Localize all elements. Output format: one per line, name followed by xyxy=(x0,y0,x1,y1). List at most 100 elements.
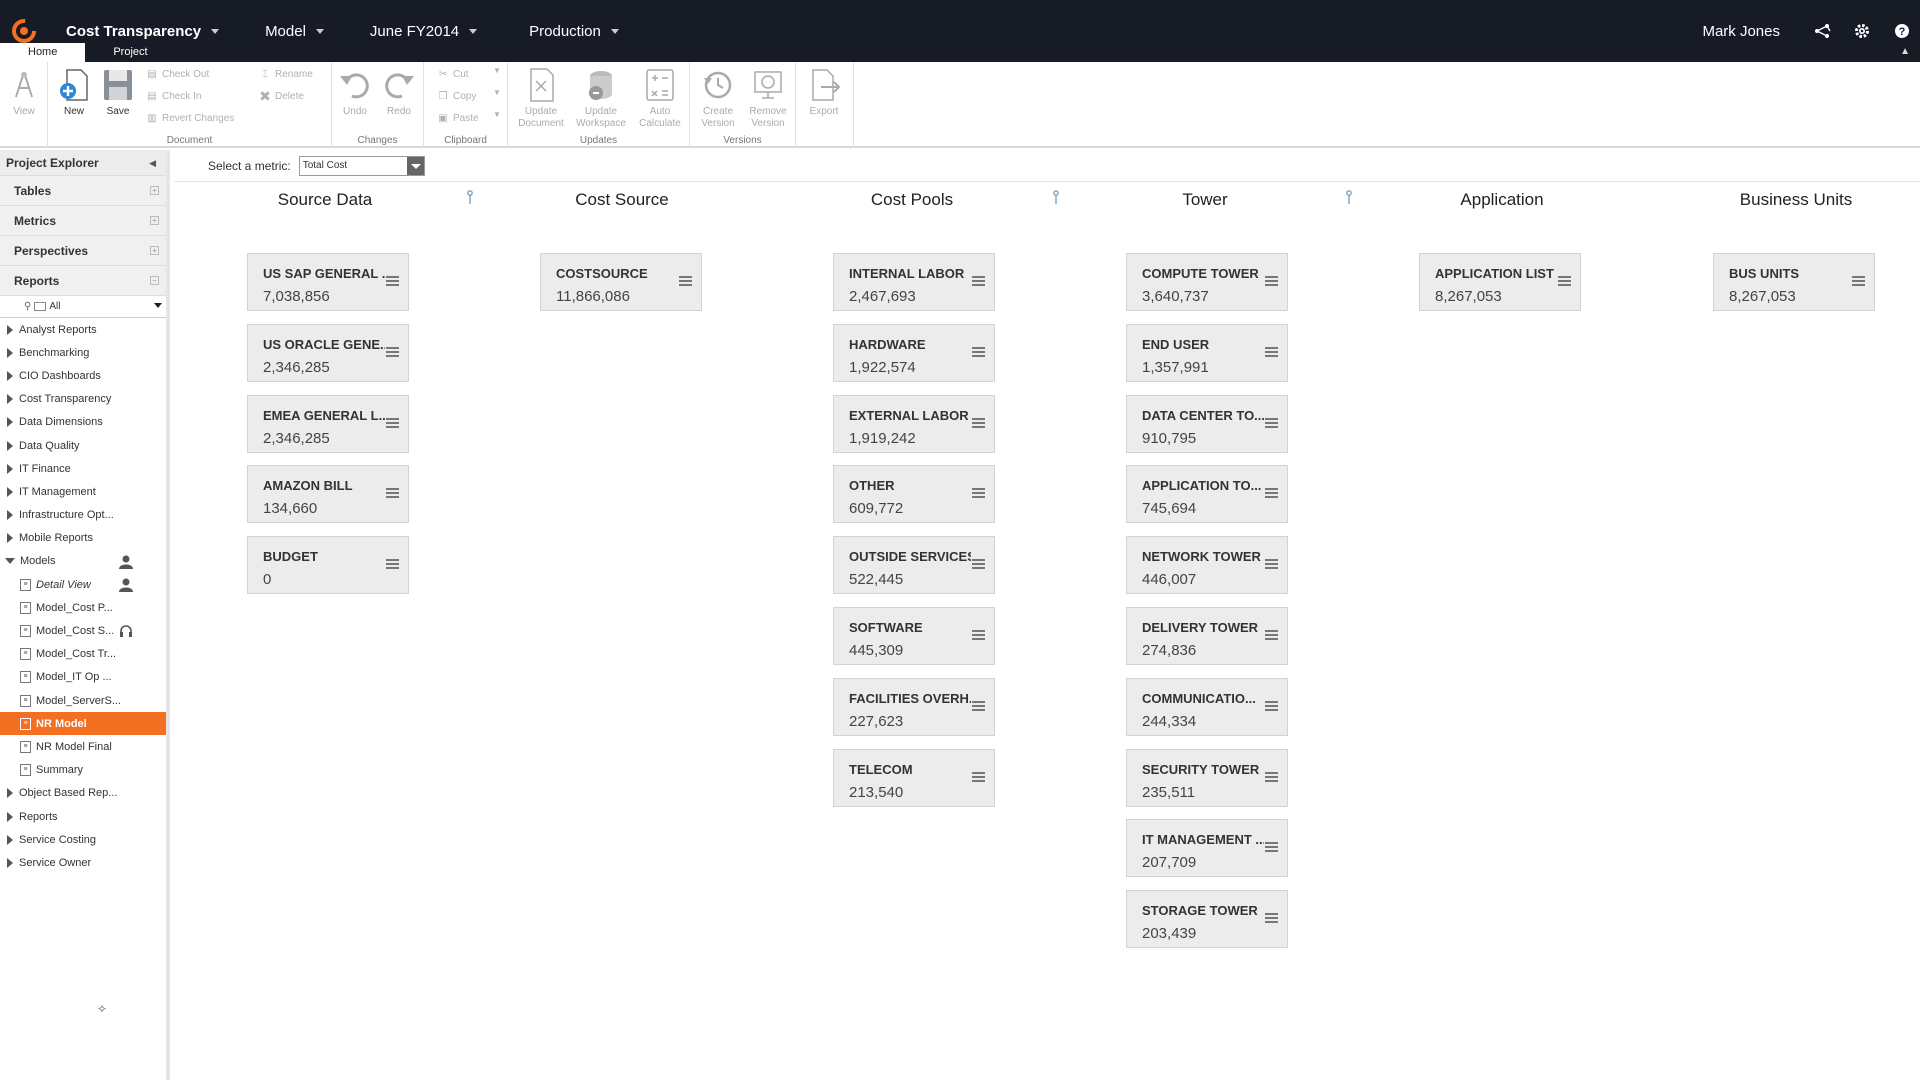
tree-item-report[interactable]: ≡ Summary xyxy=(0,759,166,782)
export-button[interactable]: Export xyxy=(802,64,846,118)
hamburger-menu-icon[interactable] xyxy=(386,488,399,499)
collapsed-arrow-icon[interactable] xyxy=(7,394,13,405)
model-node-card[interactable]: US SAP GENERAL ... 7,038,856 xyxy=(247,253,409,311)
expand-icon[interactable]: + xyxy=(150,216,159,225)
collapsed-arrow-icon[interactable] xyxy=(7,834,13,845)
collapsed-arrow-icon[interactable] xyxy=(7,510,13,521)
tree-item-folder[interactable]: Analyst Reports xyxy=(0,318,166,341)
new-button[interactable]: New xyxy=(52,64,96,118)
metric-dropdown[interactable]: Total Cost xyxy=(298,156,425,176)
hamburger-menu-icon[interactable] xyxy=(679,276,692,286)
tree-item-folder[interactable]: Benchmarking xyxy=(0,341,166,364)
check-in-button[interactable]: ▤ Check In xyxy=(145,90,201,103)
move-icon[interactable]: ✧ xyxy=(97,1002,107,1016)
model-node-card[interactable]: DATA CENTER TO... 910,795 xyxy=(1126,394,1288,453)
tree-item-folder[interactable]: Service Owner xyxy=(0,851,166,874)
model-node-card[interactable]: AMAZON BILL 134,660 xyxy=(247,465,409,524)
chevron-down-icon[interactable] xyxy=(406,157,424,175)
tree-item-folder[interactable]: Data Dimensions xyxy=(0,411,166,434)
tree-item-folder[interactable]: IT Finance xyxy=(0,457,166,480)
hamburger-menu-icon[interactable] xyxy=(972,346,985,357)
pin-icon[interactable] xyxy=(1344,190,1354,206)
tree-item-folder[interactable]: Cost Transparency xyxy=(0,388,166,411)
pin-icon[interactable] xyxy=(1051,190,1061,206)
model-node-card[interactable]: EXTERNAL LABOR 1,919,242 xyxy=(833,394,995,453)
tree-item-report[interactable]: ≡ NR Model Final xyxy=(0,735,166,758)
copy-dropdown-icon[interactable]: ▼ xyxy=(493,88,501,97)
model-node-card[interactable]: COMPUTE TOWER 3,640,737 xyxy=(1126,253,1288,311)
model-node-card[interactable]: OUTSIDE SERVICES 522,445 xyxy=(833,536,995,595)
tree-item-folder[interactable]: IT Management xyxy=(0,480,166,503)
hamburger-menu-icon[interactable] xyxy=(386,417,399,428)
copy-button[interactable]: ❐ Copy xyxy=(436,90,477,103)
model-menu[interactable]: Model xyxy=(265,0,324,62)
model-node-card[interactable]: APPLICATION TO... 745,694 xyxy=(1126,465,1288,524)
tab-home[interactable]: Home xyxy=(0,43,86,62)
period-menu[interactable]: June FY2014 xyxy=(370,0,478,62)
expand-icon[interactable]: + xyxy=(150,246,159,255)
expand-icon[interactable]: + xyxy=(150,186,159,195)
hamburger-menu-icon[interactable] xyxy=(1265,276,1278,286)
collapsed-arrow-icon[interactable] xyxy=(7,857,13,868)
model-node-card[interactable]: OTHER 609,772 xyxy=(833,465,995,524)
collapsed-arrow-icon[interactable] xyxy=(7,324,13,335)
tree-item-report[interactable]: ≡ Model_Cost P... xyxy=(0,596,166,619)
user-name[interactable]: Mark Jones xyxy=(1702,23,1780,40)
hamburger-menu-icon[interactable] xyxy=(1265,346,1278,357)
model-node-card[interactable]: INTERNAL LABOR 2,467,693 xyxy=(833,253,995,311)
environment-menu[interactable]: Production xyxy=(529,0,619,62)
tree-item-folder[interactable]: Reports xyxy=(0,805,166,828)
collapsed-arrow-icon[interactable] xyxy=(7,811,13,822)
tree-item-report[interactable]: ≡ Model_ServerS... xyxy=(0,689,166,712)
section-perspectives[interactable]: Perspectives + xyxy=(0,236,166,266)
hamburger-menu-icon[interactable] xyxy=(972,488,985,499)
tab-project[interactable]: Project xyxy=(85,43,175,62)
section-metrics[interactable]: Metrics + xyxy=(0,206,166,236)
model-node-card[interactable]: NETWORK TOWER 446,007 xyxy=(1126,536,1288,595)
tree-item-folder[interactable]: Service Costing xyxy=(0,828,166,851)
auto-calculate-button[interactable]: Auto Calculate xyxy=(635,64,685,130)
update-workspace-button[interactable]: Update Workspace xyxy=(574,64,628,130)
update-document-button[interactable]: Update Document xyxy=(516,64,566,130)
tree-item-folder[interactable]: Mobile Reports xyxy=(0,527,166,550)
collapsed-arrow-icon[interactable] xyxy=(7,486,13,497)
model-node-card[interactable]: EMEA GENERAL L... 2,346,285 xyxy=(247,394,409,453)
model-node-card[interactable]: SECURITY TOWER 235,511 xyxy=(1126,748,1288,807)
remove-version-button[interactable]: Remove Version xyxy=(744,64,792,130)
collapsed-arrow-icon[interactable] xyxy=(7,533,13,544)
hamburger-menu-icon[interactable] xyxy=(1265,559,1278,570)
model-node-card[interactable]: TELECOM 213,540 xyxy=(833,748,995,807)
hamburger-menu-icon[interactable] xyxy=(972,276,985,286)
hamburger-menu-icon[interactable] xyxy=(1265,913,1278,924)
model-node-card[interactable]: BUS UNITS 8,267,053 xyxy=(1713,253,1875,311)
hamburger-menu-icon[interactable] xyxy=(1852,276,1865,286)
cut-button[interactable]: ✂ Cut xyxy=(436,68,469,81)
tree-item-report[interactable]: ≡ Detail View xyxy=(0,573,166,596)
redo-button[interactable]: Redo xyxy=(377,64,421,118)
collapsed-arrow-icon[interactable] xyxy=(7,417,13,428)
collapsed-arrow-icon[interactable] xyxy=(7,788,13,799)
hamburger-menu-icon[interactable] xyxy=(386,346,399,357)
model-node-card[interactable]: APPLICATION LIST 8,267,053 xyxy=(1419,253,1581,311)
create-version-button[interactable]: Create Version xyxy=(694,64,742,130)
rename-button[interactable]: ⌶ Rename xyxy=(258,68,313,81)
collapsed-arrow-icon[interactable] xyxy=(7,347,13,358)
hamburger-menu-icon[interactable] xyxy=(386,559,399,570)
expanded-arrow-icon[interactable] xyxy=(5,558,15,565)
model-node-card[interactable]: COMMUNICATIO... 244,334 xyxy=(1126,677,1288,736)
hamburger-menu-icon[interactable] xyxy=(1265,700,1278,711)
hamburger-menu-icon[interactable] xyxy=(386,276,399,286)
paste-dropdown-icon[interactable]: ▼ xyxy=(493,110,501,119)
hamburger-menu-icon[interactable] xyxy=(1265,417,1278,428)
model-node-card[interactable]: DELIVERY TOWER 274,836 xyxy=(1126,607,1288,665)
reports-filter[interactable]: ⚲ All xyxy=(0,296,166,318)
model-node-card[interactable]: STORAGE TOWER 203,439 xyxy=(1126,890,1288,949)
revert-changes-button[interactable]: ▥ Revert Changes xyxy=(145,112,234,125)
hamburger-menu-icon[interactable] xyxy=(1265,771,1278,782)
hamburger-menu-icon[interactable] xyxy=(1265,842,1278,853)
collapse-ribbon-icon[interactable]: ▲ xyxy=(1900,46,1910,57)
save-button[interactable]: Save xyxy=(96,64,140,118)
model-node-card[interactable]: IT MANAGEMENT ... 207,709 xyxy=(1126,819,1288,878)
undo-button[interactable]: Undo xyxy=(333,64,377,118)
hamburger-menu-icon[interactable] xyxy=(1265,488,1278,499)
